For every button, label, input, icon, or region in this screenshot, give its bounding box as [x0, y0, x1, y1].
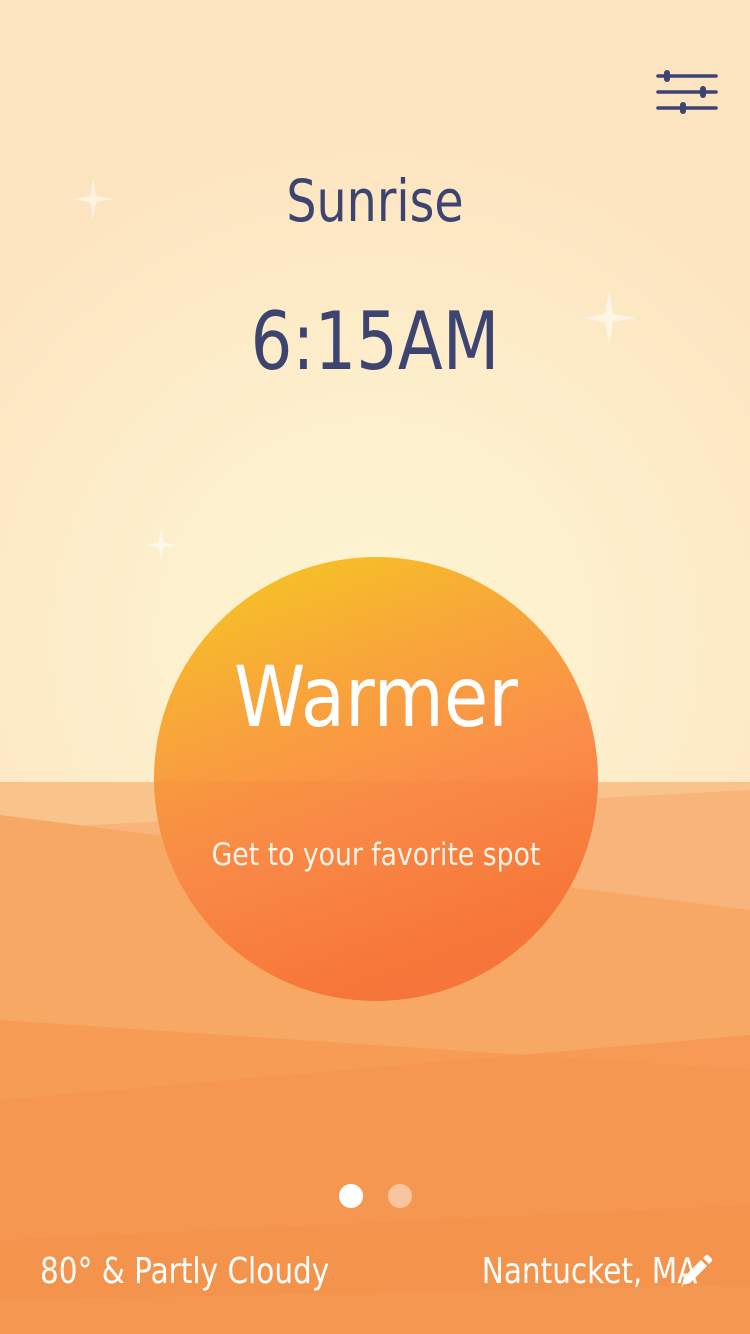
- settings-button[interactable]: [654, 66, 720, 118]
- edit-location-button[interactable]: [677, 1254, 713, 1290]
- page-indicator: [339, 1184, 413, 1208]
- sparkle-star-icon: [145, 529, 177, 561]
- sun-subtitle: Get to your favorite spot: [211, 837, 541, 873]
- weather-summary: 80° & Partly Cloudy: [40, 1251, 330, 1292]
- sliders-icon: [656, 70, 718, 114]
- location-label[interactable]: Nantucket, MA: [482, 1246, 698, 1298]
- page-dot[interactable]: [388, 1184, 412, 1208]
- screen: Sunrise 6:15AM Warmer Get to your favori…: [0, 0, 750, 1334]
- sun-title: Warmer: [233, 648, 519, 746]
- pencil-icon: [681, 1254, 713, 1287]
- sun-horizon-shade: [154, 781, 598, 1001]
- sun-card[interactable]: Warmer Get to your favorite spot: [154, 557, 598, 1001]
- event-time: 6:15AM: [250, 295, 500, 388]
- event-label: Sunrise: [286, 167, 464, 235]
- page-dot-active[interactable]: [339, 1184, 363, 1208]
